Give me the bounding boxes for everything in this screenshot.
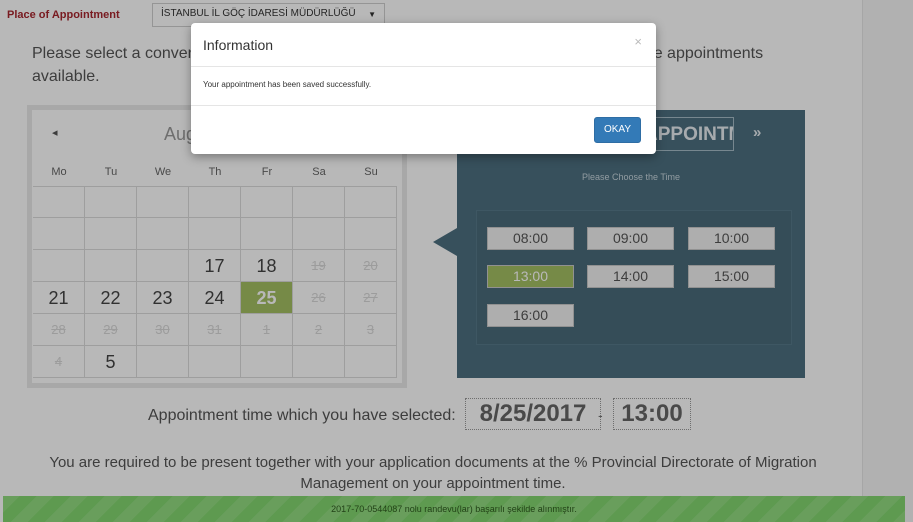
information-dialog: Information × Your appointment has been …	[191, 23, 656, 154]
dialog-message: Your appointment has been saved successf…	[203, 80, 372, 89]
close-icon[interactable]: ×	[634, 34, 642, 49]
dialog-header: Information ×	[191, 23, 656, 67]
dialog-footer: OKAY	[191, 105, 656, 154]
dialog-title: Information	[203, 37, 274, 53]
okay-button[interactable]: OKAY	[594, 117, 641, 143]
